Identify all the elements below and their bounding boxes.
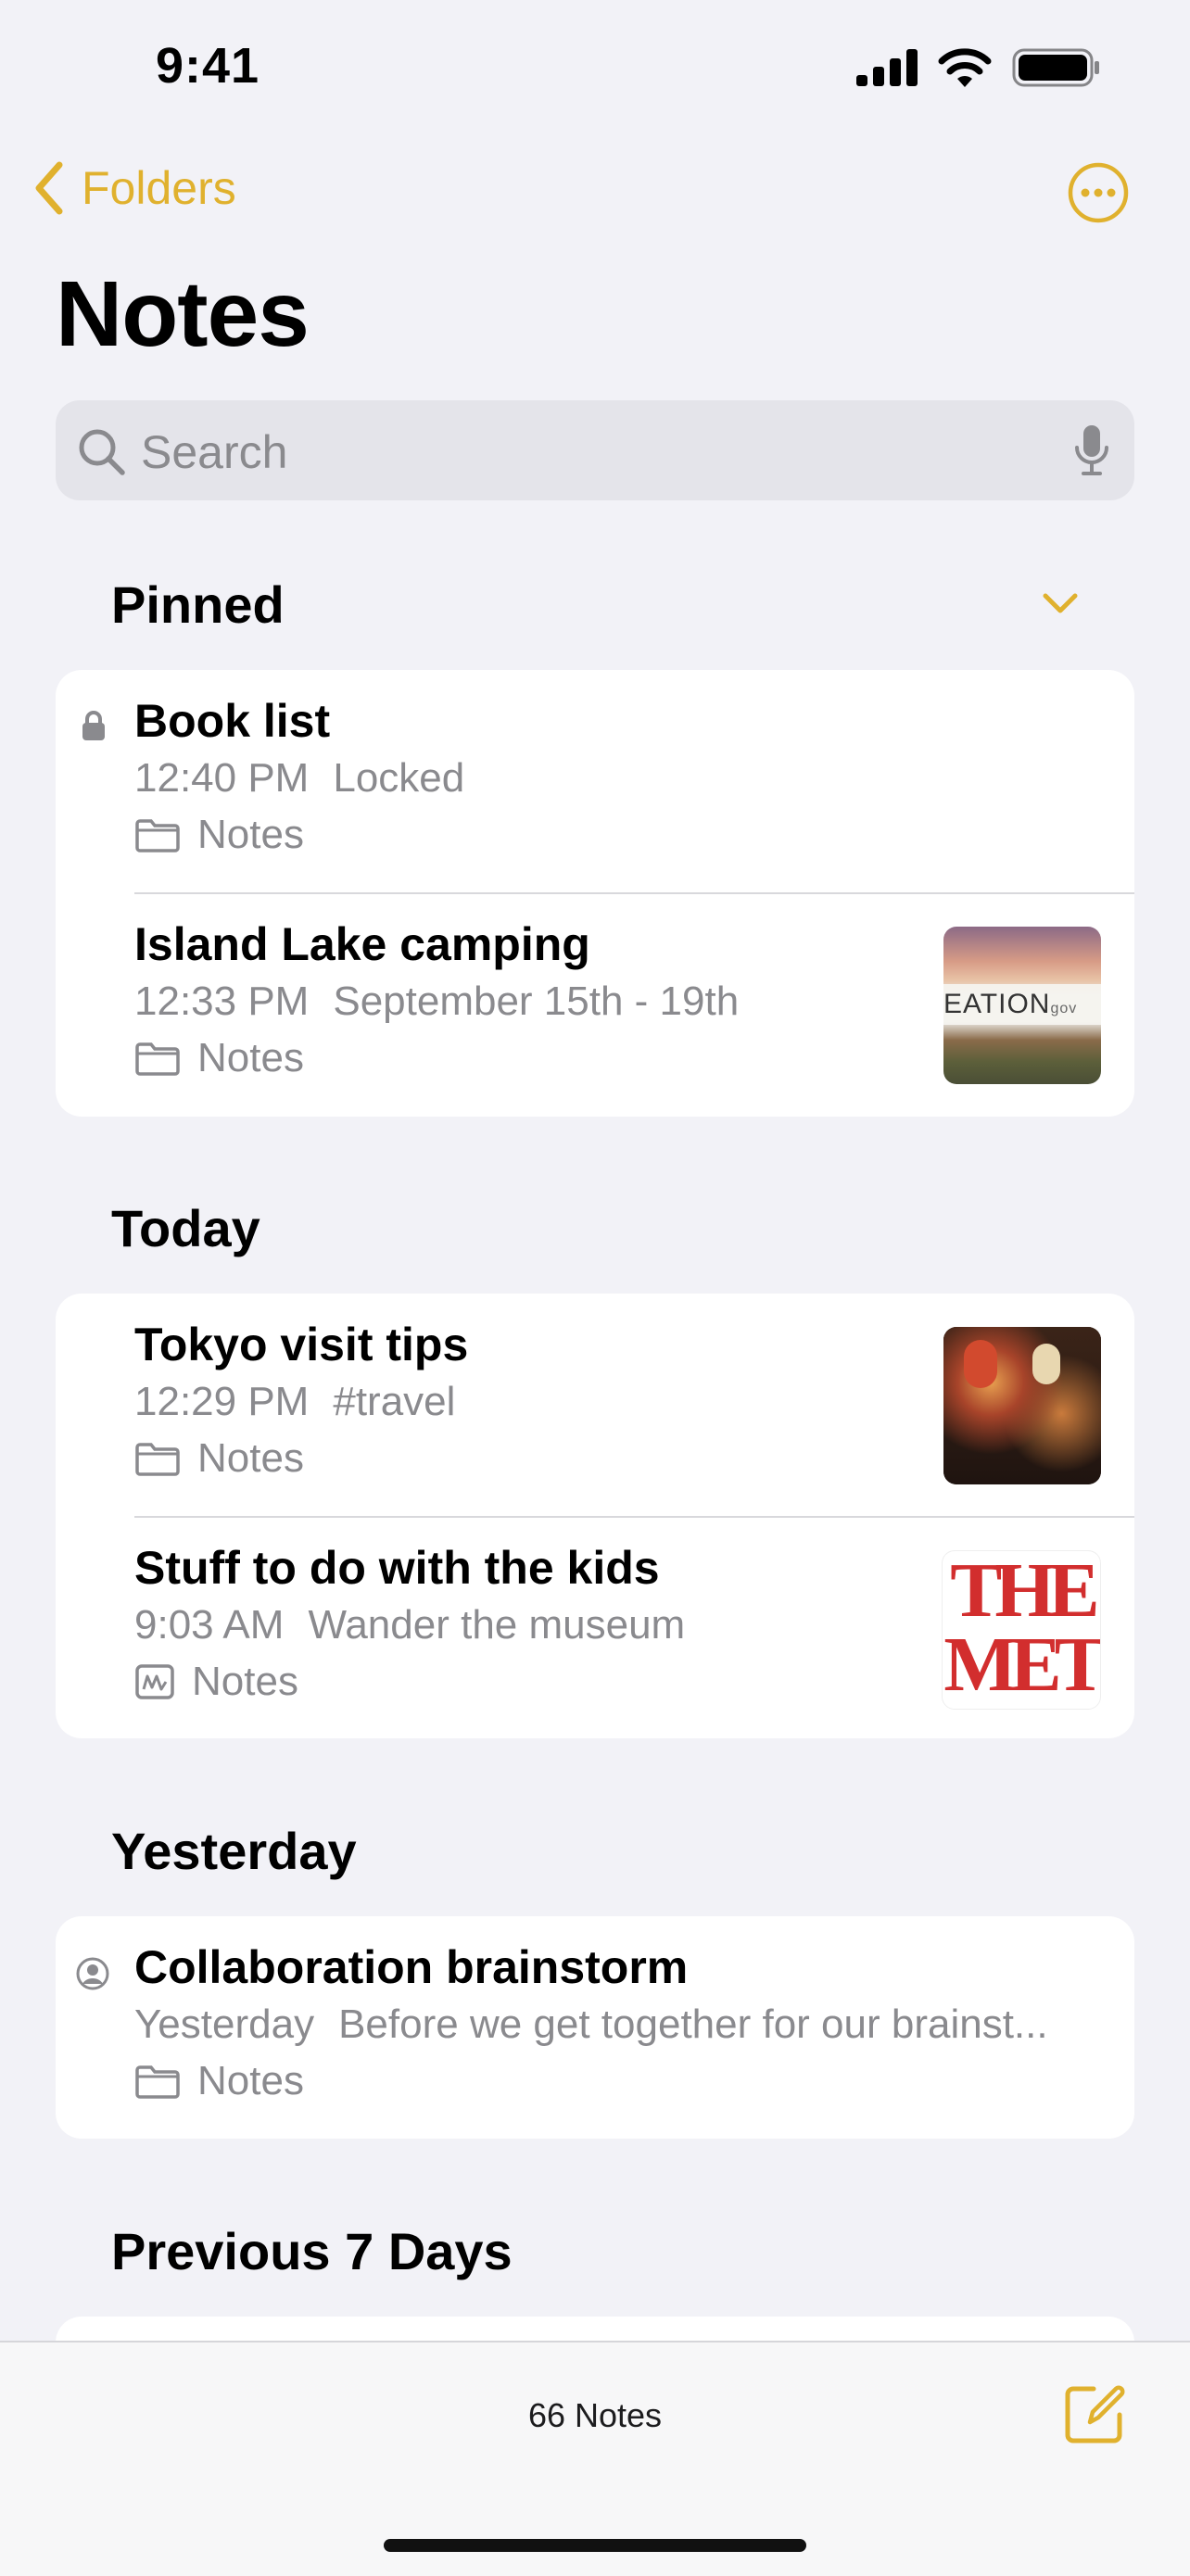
- search-icon: [79, 429, 125, 475]
- note-folder-label: Notes: [197, 2058, 304, 2103]
- note-time: 12:40 PM: [134, 755, 310, 801]
- note-time: 12:33 PM: [134, 979, 310, 1024]
- note-row-collaboration-brainstorm[interactable]: Collaboration brainstorm Yesterday Before…: [56, 1916, 1134, 2139]
- note-meta: 9:03 AM Wander the museum: [134, 1602, 685, 1648]
- note-meta: Yesterday Before we get together for our …: [134, 2001, 1048, 2048]
- note-preview: Wander the museum: [308, 1602, 686, 1648]
- note-title: Collaboration brainstorm: [134, 1941, 689, 1993]
- note-title: Tokyo visit tips: [134, 1319, 469, 1370]
- note-thumbnail-met-logo: THE MET: [942, 1550, 1101, 1710]
- home-indicator[interactable]: [384, 2539, 806, 2552]
- note-row-book-list[interactable]: Book list 12:40 PM Locked Notes: [56, 670, 1134, 892]
- folder-icon: [135, 2065, 180, 2099]
- ellipsis-circle-icon[interactable]: [1068, 162, 1129, 223]
- note-folder: Notes: [134, 1435, 304, 1482]
- notes-count: 66 Notes: [527, 2396, 663, 2434]
- note-folder-label: Notes: [197, 1035, 304, 1080]
- note-thumbnail-tokyo-street: [943, 1327, 1101, 1484]
- note-folder-label: Notes: [197, 1435, 304, 1481]
- today-notes-card: Tokyo visit tips 12:29 PM #travel Notes S…: [56, 1294, 1134, 1738]
- section-header-pinned: Pinned: [111, 575, 285, 634]
- note-folder: Notes: [134, 812, 304, 858]
- note-row-island-lake-camping[interactable]: Island Lake camping 12:33 PM September 15…: [56, 893, 1134, 1116]
- thumbnail-text: EATION: [943, 989, 1051, 1019]
- wifi-icon: [938, 48, 992, 87]
- note-preview: #travel: [333, 1379, 456, 1424]
- status-icons: [856, 48, 1101, 87]
- compose-icon[interactable]: [1062, 2381, 1127, 2446]
- section-header-yesterday: Yesterday: [111, 1822, 357, 1880]
- note-thumbnail-landscape: EATIONgov: [943, 927, 1101, 1084]
- note-folder: Notes: [134, 1035, 304, 1081]
- thumbnail-suffix: gov: [1050, 1001, 1078, 1017]
- note-time: Yesterday: [134, 2001, 315, 2047]
- note-title: Island Lake camping: [134, 918, 590, 970]
- chevron-down-icon[interactable]: [1042, 590, 1079, 616]
- note-row-stuff-to-do-with-the-kids[interactable]: Stuff to do with the kids 9:03 AM Wander …: [56, 1517, 1134, 1738]
- note-folder: Notes: [134, 1659, 298, 1705]
- microphone-icon[interactable]: [1073, 423, 1110, 477]
- note-preview: September 15th - 19th: [333, 979, 740, 1024]
- note-folder-label: Notes: [197, 812, 304, 857]
- note-title: Book list: [134, 695, 331, 747]
- met-logo-line: MET: [943, 1622, 1100, 1708]
- folder-icon: [135, 1042, 180, 1076]
- status-bar: 9:41: [0, 0, 1190, 139]
- yesterday-notes-card: Collaboration brainstorm Yesterday Before…: [56, 1916, 1134, 2139]
- drawing-icon: [135, 1664, 174, 1699]
- lantern-shape: [964, 1340, 997, 1388]
- lantern-shape: [1032, 1344, 1060, 1384]
- search-input[interactable]: Search: [56, 400, 1134, 500]
- note-meta: 12:40 PM Locked: [134, 755, 464, 802]
- back-button[interactable]: Folders: [33, 161, 236, 215]
- cellular-signal-icon: [856, 49, 918, 86]
- note-folder: Notes: [134, 2058, 304, 2104]
- chevron-left-icon: [35, 161, 63, 215]
- section-header-today: Today: [111, 1199, 260, 1257]
- folder-icon: [135, 1443, 180, 1476]
- note-meta: 12:29 PM #travel: [134, 1379, 455, 1425]
- note-preview: Before we get together for our brainst..…: [338, 2001, 1048, 2047]
- note-folder-label: Notes: [192, 1659, 298, 1704]
- battery-icon: [1012, 48, 1099, 87]
- navigation-bar: Folders: [0, 139, 1190, 250]
- shared-person-icon: [76, 1957, 109, 1990]
- search-placeholder: Search: [141, 426, 288, 478]
- note-preview: Locked: [333, 755, 465, 801]
- lock-icon: [82, 711, 105, 740]
- page-title: Notes: [56, 262, 310, 366]
- note-meta: 12:33 PM September 15th - 19th: [134, 979, 739, 1025]
- met-logo-line: THE: [950, 1550, 1099, 1634]
- note-time: 9:03 AM: [134, 1602, 285, 1648]
- back-button-label: Folders: [82, 162, 236, 214]
- note-time: 12:29 PM: [134, 1379, 310, 1424]
- pinned-notes-card: Book list 12:40 PM Locked Notes Island La…: [56, 670, 1134, 1117]
- section-header-previous-7-days: Previous 7 Days: [111, 2222, 513, 2280]
- note-title: Stuff to do with the kids: [134, 1542, 660, 1594]
- status-time: 9:41: [156, 38, 260, 94]
- folder-icon: [135, 819, 180, 852]
- note-row-tokyo-visit-tips[interactable]: Tokyo visit tips 12:29 PM #travel Notes: [56, 1294, 1134, 1516]
- thumbnail-banner: EATIONgov: [943, 984, 1101, 1025]
